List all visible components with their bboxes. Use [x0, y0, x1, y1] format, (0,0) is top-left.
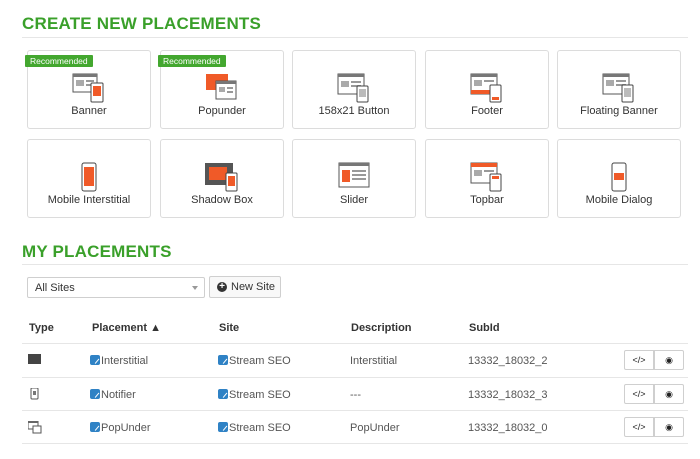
table-row: PopUnder Stream SEO PopUnder 13332_18032…	[22, 410, 688, 444]
card-label: Topbar	[470, 194, 504, 206]
card-label: Mobile Dialog	[585, 194, 653, 206]
card-label: Footer	[471, 105, 503, 117]
my-placements-title: MY PLACEMENTS	[22, 242, 172, 261]
eye-icon[interactable]: ◉	[654, 384, 684, 404]
notifier-type-icon	[30, 388, 39, 400]
code-button[interactable]: </>	[624, 384, 654, 404]
divider	[22, 37, 688, 38]
column-header-site: Site	[219, 322, 240, 334]
floating-banner-icon	[602, 73, 634, 103]
edit-icon	[90, 422, 100, 432]
placement-card-floating-banner[interactable]: Floating Banner	[557, 50, 681, 129]
code-button[interactable]: </>	[624, 350, 654, 370]
card-label: Floating Banner	[580, 105, 658, 117]
new-site-label: New Site	[231, 281, 276, 293]
card-label: Slider	[339, 194, 369, 206]
placement-card-mobile-interstitial[interactable]: Mobile Interstitial	[27, 139, 151, 218]
column-header-type: Type	[29, 322, 54, 334]
topbar-icon	[470, 162, 502, 192]
column-header-subid: SubId	[469, 322, 500, 334]
site-link[interactable]: Stream SEO	[218, 422, 291, 434]
description-cell: Interstitial	[350, 355, 398, 367]
eye-icon[interactable]: ◉	[654, 417, 684, 437]
subid-cell: 13332_18032_2	[468, 355, 548, 367]
row-divider	[22, 377, 688, 378]
edit-icon	[218, 355, 228, 365]
placement-card-banner[interactable]: Recommended Banner	[25, 50, 151, 129]
edit-icon	[218, 422, 228, 432]
site-select[interactable]: All Sites	[27, 277, 205, 298]
column-header-placement[interactable]: Placement ▲	[92, 322, 161, 334]
banner-icon	[72, 73, 104, 103]
placement-card-shadow-box[interactable]: Shadow Box	[160, 139, 284, 218]
placement-link[interactable]: PopUnder	[90, 422, 151, 434]
eye-icon[interactable]: ◉	[654, 350, 684, 370]
footer-icon	[470, 73, 502, 103]
site-select-value: All Sites	[35, 282, 75, 294]
popunder-type-icon	[28, 421, 42, 434]
row-divider	[22, 410, 688, 411]
card-label: Shadow Box	[191, 194, 253, 206]
shadow-box-icon	[205, 163, 238, 192]
popunder-icon	[206, 74, 237, 100]
placement-link[interactable]: Notifier	[90, 389, 136, 401]
description-cell: PopUnder	[350, 422, 400, 434]
table-row: Interstitial Stream SEO Interstitial 133…	[22, 343, 688, 375]
site-link[interactable]: Stream SEO	[218, 355, 291, 367]
mobile-dialog-icon	[611, 162, 627, 192]
subid-cell: 13332_18032_0	[468, 422, 548, 434]
column-header-description: Description	[351, 322, 412, 334]
card-label: Popunder	[198, 105, 246, 117]
recommended-badge: Recommended	[158, 55, 226, 67]
card-label: Mobile Interstitial	[47, 194, 131, 206]
placement-card-158x21-button[interactable]: 158x21 Button	[292, 50, 416, 129]
interstitial-type-icon	[28, 354, 41, 364]
placement-card-slider[interactable]: Slider	[292, 139, 416, 218]
card-label: 158x21 Button	[318, 105, 390, 117]
edit-icon	[90, 355, 100, 365]
placement-card-topbar[interactable]: Topbar	[425, 139, 549, 218]
edit-icon	[90, 389, 100, 399]
code-button[interactable]: </>	[624, 417, 654, 437]
plus-icon: +	[217, 282, 227, 292]
table-row: Notifier Stream SEO --- 13332_18032_3 </…	[22, 377, 688, 409]
divider	[22, 264, 688, 265]
chevron-down-icon	[192, 286, 198, 290]
slider-icon	[338, 162, 370, 188]
placement-card-popunder[interactable]: Recommended Popunder	[158, 50, 284, 129]
mobile-interstitial-icon	[81, 162, 97, 192]
subid-cell: 13332_18032_3	[468, 389, 548, 401]
button-icon	[337, 73, 369, 103]
placement-card-mobile-dialog[interactable]: Mobile Dialog	[557, 139, 681, 218]
row-divider	[22, 343, 688, 344]
card-label: Banner	[71, 105, 107, 117]
placement-link[interactable]: Interstitial	[90, 355, 148, 367]
edit-icon	[218, 389, 228, 399]
row-divider	[22, 443, 688, 444]
create-placements-title: CREATE NEW PLACEMENTS	[22, 14, 262, 33]
placement-card-footer[interactable]: Footer	[425, 50, 549, 129]
description-cell: ---	[350, 389, 361, 401]
site-link[interactable]: Stream SEO	[218, 389, 291, 401]
new-site-button[interactable]: + New Site	[209, 276, 281, 298]
recommended-badge: Recommended	[25, 55, 93, 67]
